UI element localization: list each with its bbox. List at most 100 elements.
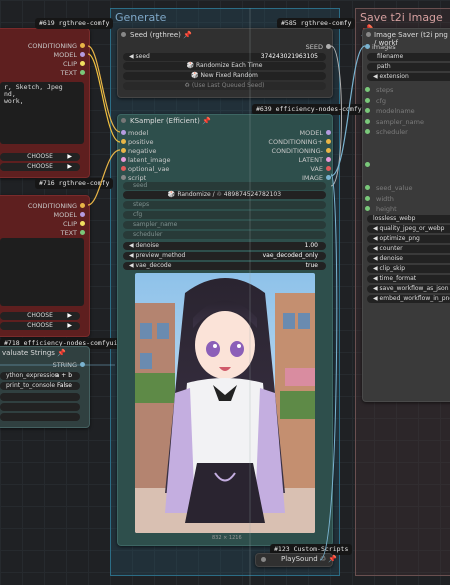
ksampler-muted-sampler_name[interactable]: sampler_name: [123, 221, 326, 229]
saver-muted-scheduler: scheduler: [376, 128, 408, 136]
left-mid-choose-1[interactable]: CHOOSE ▶: [0, 312, 80, 320]
ksampler-muted-scheduler[interactable]: scheduler: [123, 231, 326, 239]
ksampler-output-model: MODEL: [299, 129, 323, 137]
eval-output-string: STRING: [52, 361, 77, 369]
ksampler-input-model: model: [128, 129, 149, 137]
eval-python-expression[interactable]: ython_expression a + b: [0, 372, 80, 380]
ksampler-widget-preview_method[interactable]: ◀ preview_method vae_decoded_only: [123, 252, 326, 260]
eval-print-console[interactable]: print_to_console False: [0, 382, 80, 390]
left-mid-output-dot-model[interactable]: [80, 212, 85, 217]
left-mid-choose-2[interactable]: CHOOSE ▶: [0, 322, 80, 330]
saver-widget-clip_skip[interactable]: ◀ clip_skip: [367, 265, 450, 273]
ksampler-seed-widget[interactable]: seed: [123, 182, 326, 190]
left-mid-output-dot-clip[interactable]: [80, 221, 85, 226]
generate-group-title: Generate: [115, 11, 167, 24]
saver-muted-steps: steps: [376, 86, 394, 94]
evaluate-strings-title: valuate Strings 📌: [2, 349, 66, 357]
ksampler-input-optional_vae: optional_vae: [128, 164, 170, 173]
saver-muted-dot-cfg[interactable]: [365, 97, 370, 103]
ksampler-widget-denoise[interactable]: ◀ denoise 1.00: [123, 242, 326, 250]
ksampler-output-dot-5[interactable]: [326, 174, 331, 180]
image-size-caption: 832 × 1216: [212, 535, 242, 541]
saver-muted2-dot-seed_value[interactable]: [365, 185, 370, 190]
eval-output-dot[interactable]: [80, 362, 85, 367]
saver-muted-dot-scheduler[interactable]: [365, 129, 370, 134]
ksampler-output-image: IMAGE: [301, 173, 323, 182]
ksampler-output-dot-3[interactable]: [326, 156, 331, 162]
ksampler-preview-image: [135, 273, 315, 533]
node-canvas[interactable]: Generate Save t2i Image 📌 #619 rgthree-c…: [0, 0, 450, 585]
left-mid-output-model: MODEL: [53, 211, 77, 219]
left-top-choose-2[interactable]: CHOOSE ▶: [0, 163, 80, 171]
saver-widget-time_format[interactable]: ◀ time_format: [367, 275, 450, 283]
use-last-queued-seed-button[interactable]: ♻ (Use Last Queued Seed): [123, 82, 326, 90]
left-mid-output-text: TEXT: [60, 229, 77, 237]
saver-widget-denoise[interactable]: ◀ denoise: [367, 255, 450, 263]
left-top-choose-1[interactable]: CHOOSE ▶: [0, 153, 80, 161]
saver-muted2-height: height: [376, 205, 397, 213]
ksampler-input-latent_image: latent_image: [128, 155, 171, 164]
ksampler-muted-cfg[interactable]: cfg: [123, 211, 326, 219]
saver-widget-embed_workflow_in_png[interactable]: ◀ embed_workflow_in_png: [367, 295, 450, 303]
ksampler-input-dot-optional_vae[interactable]: [121, 165, 126, 171]
saver-widget-save_workflow_as_json[interactable]: ◀ save_workflow_as_json: [367, 285, 450, 293]
ksampler-widget-vae_decode[interactable]: ◀ vae_decode true: [123, 262, 326, 270]
left-top-text[interactable]: r, Sketch, Jpeg nd, work,: [0, 82, 84, 144]
tag-619: #619 rgthree-comfy: [35, 18, 114, 29]
left-mid-output-dot-conditioning[interactable]: [80, 203, 85, 208]
left-top-output-text: TEXT: [60, 69, 77, 77]
ksampler-input-dot-script[interactable]: [121, 174, 126, 180]
saver-muted-cfg: cfg: [376, 96, 386, 105]
ksampler-output-dot-0[interactable]: [326, 130, 331, 135]
saver-filename[interactable]: filename: [367, 53, 450, 61]
left-top-output-conditioning: CONDITIONING: [27, 42, 77, 50]
ksampler-input-negative: negative: [128, 146, 157, 155]
saver-side-dot-1[interactable]: [365, 162, 370, 167]
left-mid-text[interactable]: [0, 238, 84, 306]
left-top-output-clip: CLIP: [63, 60, 77, 68]
ksampler-output-dot-1[interactable]: [326, 138, 331, 144]
ksampler-input-dot-model[interactable]: [121, 130, 126, 135]
saver-path[interactable]: path: [367, 63, 450, 71]
ksampler-input-dot-negative[interactable]: [121, 147, 126, 153]
left-top-output-dot-conditioning[interactable]: [80, 43, 85, 48]
left-mid-output-dot-text[interactable]: [80, 230, 85, 235]
ksampler-randomize-widget[interactable]: 🎲 Randomize / ♲ 489874524782103: [123, 191, 326, 199]
saver-muted-dot-modelname[interactable]: [365, 108, 370, 113]
saver-collapse-dot[interactable]: [366, 32, 371, 37]
ksampler-output-dot-2[interactable]: [326, 147, 331, 153]
tag-716: #716 rgthree-comfy: [35, 178, 114, 189]
saver-widget-lossless_webp[interactable]: lossless_webp: [367, 215, 450, 223]
eval-blank-3[interactable]: [0, 413, 80, 421]
saver-muted-dot-sampler_name[interactable]: [365, 118, 370, 124]
saver-extension[interactable]: ◀ extension: [367, 73, 450, 81]
randomize-each-time-button[interactable]: 🎲 Randomize Each Time: [123, 62, 326, 70]
seed-collapse-dot[interactable]: [121, 32, 126, 37]
left-top-output-dot-model[interactable]: [80, 52, 85, 57]
ksampler-input-dot-latent_image[interactable]: [121, 156, 126, 162]
playsound-input-dot[interactable]: [261, 557, 266, 562]
ksampler-muted-steps[interactable]: steps: [123, 201, 326, 209]
ksampler-collapse-dot[interactable]: [121, 118, 126, 123]
saver-widget-counter[interactable]: ◀ counter: [367, 245, 450, 253]
left-top-output-dot-clip[interactable]: [80, 61, 85, 66]
saver-muted-dot-steps[interactable]: [365, 87, 370, 92]
ksampler-input-positive: positive: [128, 137, 154, 146]
seed-title: Seed (rgthree) 📌: [130, 31, 192, 39]
left-top-output-dot-text[interactable]: [80, 70, 85, 75]
seed-output-dot[interactable]: [326, 44, 331, 49]
eval-blank-2[interactable]: [0, 403, 80, 411]
ksampler-input-dot-positive[interactable]: [121, 138, 126, 144]
saver-muted2-seed_value: seed_value: [376, 184, 413, 192]
saver-muted-modelname: modelname: [376, 107, 415, 115]
saver-images-dot[interactable]: [365, 44, 370, 49]
saver-muted2-dot-height[interactable]: [365, 206, 370, 211]
saver-muted2-dot-width[interactable]: [365, 195, 370, 201]
saver-images-label: images: [372, 43, 396, 51]
saver-widget-optimize_png[interactable]: ◀ optimize_png: [367, 235, 450, 243]
eval-blank-1[interactable]: [0, 393, 80, 401]
seed-value-widget[interactable]: ◀ seed 374243021963105: [123, 53, 326, 61]
ksampler-output-dot-4[interactable]: [326, 165, 331, 171]
new-fixed-random-button[interactable]: 🎲 New Fixed Random: [123, 72, 326, 80]
saver-widget-quality_jpeg_or_webp[interactable]: ◀ quality_jpeg_or_webp: [367, 225, 450, 233]
